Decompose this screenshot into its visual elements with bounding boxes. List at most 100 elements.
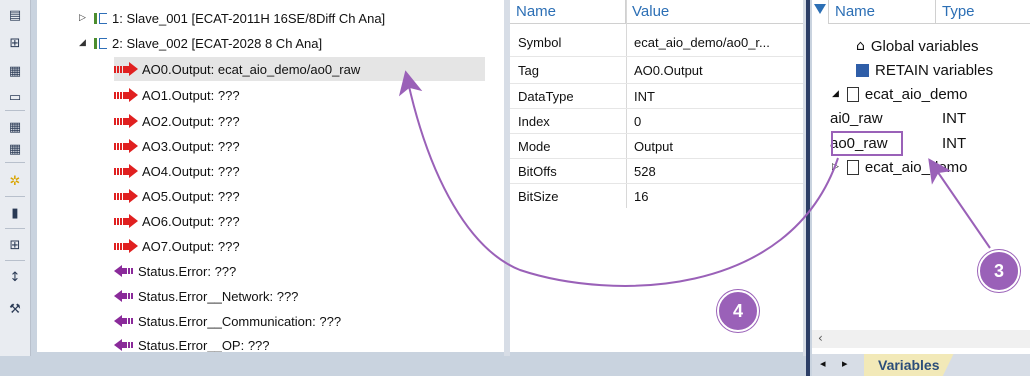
- tree-item-label: AO5.Output: ???: [142, 188, 240, 204]
- variable-name: ai0_raw: [830, 109, 883, 127]
- tree-item-status-error[interactable]: Status.Error: ???: [114, 259, 236, 283]
- output-arrow-icon: [114, 62, 138, 76]
- prop-name: Symbol: [518, 34, 562, 50]
- tree-item-label: AO7.Output: ???: [142, 238, 240, 254]
- group-ecat-aio-demo-collapsed[interactable]: ▷ ecat_aio_demo: [832, 155, 968, 179]
- save-icon: [856, 63, 869, 77]
- collapse-icon[interactable]: ◢: [832, 89, 839, 99]
- tree-item-label: Status.Error__Communication: ???: [138, 313, 342, 329]
- output-arrow-icon: [114, 88, 138, 102]
- file-icon: [846, 86, 859, 102]
- column-header-name[interactable]: Name: [828, 0, 936, 24]
- home-icon: ⌂: [856, 38, 865, 54]
- add-icon[interactable]: ⊞: [6, 236, 24, 254]
- prop-name: DataType: [518, 88, 574, 104]
- prop-value-mode[interactable]: Output: [626, 134, 803, 158]
- tree-view-icon[interactable]: ▤: [6, 6, 24, 24]
- export-icon[interactable]: ▮: [6, 204, 24, 222]
- tree-item-ao7-output[interactable]: AO7.Output: ???: [114, 234, 240, 258]
- tree-item-label: Status.Error__Network: ???: [138, 288, 299, 304]
- prop-value-tag[interactable]: AO0.Output: [626, 58, 803, 82]
- input-arrow-icon: [114, 264, 134, 278]
- io-mapping-window: ▤ ⊞ ▦ ▭ ▦ ▦ ✲ ▮ ⊞ ↕ ⚒ ▷ 1: Slave_001 [EC…: [0, 0, 1030, 376]
- sort-icon[interactable]: ↕: [6, 268, 24, 286]
- tree-item-label: 1: Slave_001 [ECAT-2011H 16SE/8Diff Ch A…: [112, 10, 386, 26]
- prop-name: BitSize: [518, 188, 559, 204]
- column-header-value[interactable]: Value: [626, 0, 803, 24]
- output-arrow-icon: [114, 214, 138, 228]
- output-arrow-icon: [114, 139, 138, 153]
- ethercat-device-icon: [93, 36, 107, 50]
- retain-variables-item[interactable]: RETAIN variables: [856, 58, 993, 82]
- tree-item-label: AO2.Output: ???: [142, 113, 240, 129]
- prop-name: Tag: [518, 62, 539, 78]
- wrench-icon[interactable]: ⚒: [6, 300, 24, 318]
- prop-value-bitoffs[interactable]: 528: [626, 159, 803, 183]
- filter-icon[interactable]: [814, 4, 826, 14]
- tree-item-status-error-network[interactable]: Status.Error__Network: ???: [114, 284, 298, 308]
- output-arrow-icon: [114, 164, 138, 178]
- expand-icon[interactable]: ▷: [832, 162, 839, 172]
- sun-icon[interactable]: ✲: [6, 172, 24, 190]
- tree-item-label: AO0.Output: ecat_aio_demo/ao0_raw: [142, 61, 361, 77]
- output-arrow-icon: [114, 114, 138, 128]
- network-icon[interactable]: ⊞: [6, 34, 24, 52]
- prop-name: Index: [518, 113, 550, 129]
- group-ecat-aio-demo[interactable]: ◢ ecat_aio_demo: [832, 82, 968, 106]
- step-badge-4: 4: [717, 290, 759, 332]
- input-arrow-icon: [114, 289, 134, 303]
- tree-item-status-error-op[interactable]: Status.Error__OP: ???: [114, 333, 270, 352]
- expand-icon[interactable]: ▷: [79, 13, 93, 23]
- tree-item-ao2-output[interactable]: AO2.Output: ???: [114, 109, 240, 133]
- tree-item-ao0-output[interactable]: AO0.Output: ecat_aio_demo/ao0_raw: [114, 57, 485, 81]
- tree-item-label: ecat_aio_demo: [864, 158, 968, 176]
- tree-item-label: AO4.Output: ???: [142, 163, 240, 179]
- variable-ai0-raw[interactable]: ai0_raw: [830, 106, 883, 130]
- tree-device-slave-002[interactable]: ◢ 2: Slave_002 [ECAT-2028 8 Ch Ana]: [79, 31, 322, 55]
- tree-item-label: RETAIN variables: [875, 61, 994, 79]
- tree-item-ao5-output[interactable]: AO5.Output: ???: [114, 184, 240, 208]
- output-arrow-icon: [114, 239, 138, 253]
- prop-name: Mode: [518, 138, 551, 154]
- column-header-name[interactable]: Name: [510, 0, 626, 24]
- tab-nav-right-icon[interactable]: ▸: [842, 357, 848, 370]
- pane-border: [806, 0, 810, 376]
- output-arrow-icon: [114, 189, 138, 203]
- tree-item-ao4-output[interactable]: AO4.Output: ???: [114, 159, 240, 183]
- tree-item-ao3-output[interactable]: AO3.Output: ???: [114, 134, 240, 158]
- tree-item-label: ecat_aio_demo: [864, 85, 968, 103]
- left-toolbar: ▤ ⊞ ▦ ▭ ▦ ▦ ✲ ▮ ⊞ ↕ ⚒: [0, 0, 31, 356]
- tab-nav-left-icon[interactable]: ◂: [820, 357, 826, 370]
- grid-alt-icon[interactable]: ▦: [6, 140, 24, 158]
- prop-value-bitsize[interactable]: 16: [626, 184, 803, 208]
- scroll-left-icon[interactable]: ‹: [818, 331, 823, 345]
- tab-variables[interactable]: Variables: [864, 354, 954, 376]
- collapse-icon[interactable]: ◢: [79, 38, 93, 48]
- ao0-raw-highlight: [831, 131, 903, 156]
- io-tree: ▷ 1: Slave_001 [ECAT-2011H 16SE/8Diff Ch…: [37, 0, 504, 352]
- input-arrow-icon: [114, 314, 134, 328]
- tree-item-status-error-communication[interactable]: Status.Error__Communication: ???: [114, 309, 341, 333]
- column-header-type[interactable]: Type: [936, 0, 1030, 24]
- global-variables-item[interactable]: ⌂ Global variables: [856, 34, 978, 58]
- tree-item-ao1-output[interactable]: AO1.Output: ???: [114, 83, 240, 107]
- tree-item-label: AO1.Output: ???: [142, 87, 240, 103]
- tree-item-label: Global variables: [870, 37, 979, 55]
- variable-type: INT: [942, 134, 967, 152]
- bottom-tab-bar: ◂ ▸ Variables: [812, 354, 1030, 376]
- tree-item-label: AO3.Output: ???: [142, 138, 240, 154]
- folder-open-icon[interactable]: ▭: [6, 88, 24, 106]
- properties-grid: Name Value Symbol ecat_aio_demo/ao0_r...…: [510, 0, 803, 352]
- input-arrow-icon: [114, 338, 134, 352]
- tree-item-ao6-output[interactable]: AO6.Output: ???: [114, 209, 240, 233]
- file-icon: [846, 159, 859, 175]
- tree-device-slave-001[interactable]: ▷ 1: Slave_001 [ECAT-2011H 16SE/8Diff Ch…: [79, 6, 385, 30]
- grid-icon[interactable]: ▦: [6, 118, 24, 136]
- prop-name: BitOffs: [518, 163, 557, 179]
- config-icon[interactable]: ▦: [6, 62, 24, 80]
- prop-value-symbol[interactable]: ecat_aio_demo/ao0_r...: [626, 30, 803, 54]
- tree-item-label: 2: Slave_002 [ECAT-2028 8 Ch Ana]: [112, 35, 323, 51]
- variables-horizontal-scrollbar[interactable]: ‹: [812, 330, 1030, 348]
- prop-value-index[interactable]: 0: [626, 109, 803, 133]
- prop-value-datatype[interactable]: INT: [626, 84, 803, 108]
